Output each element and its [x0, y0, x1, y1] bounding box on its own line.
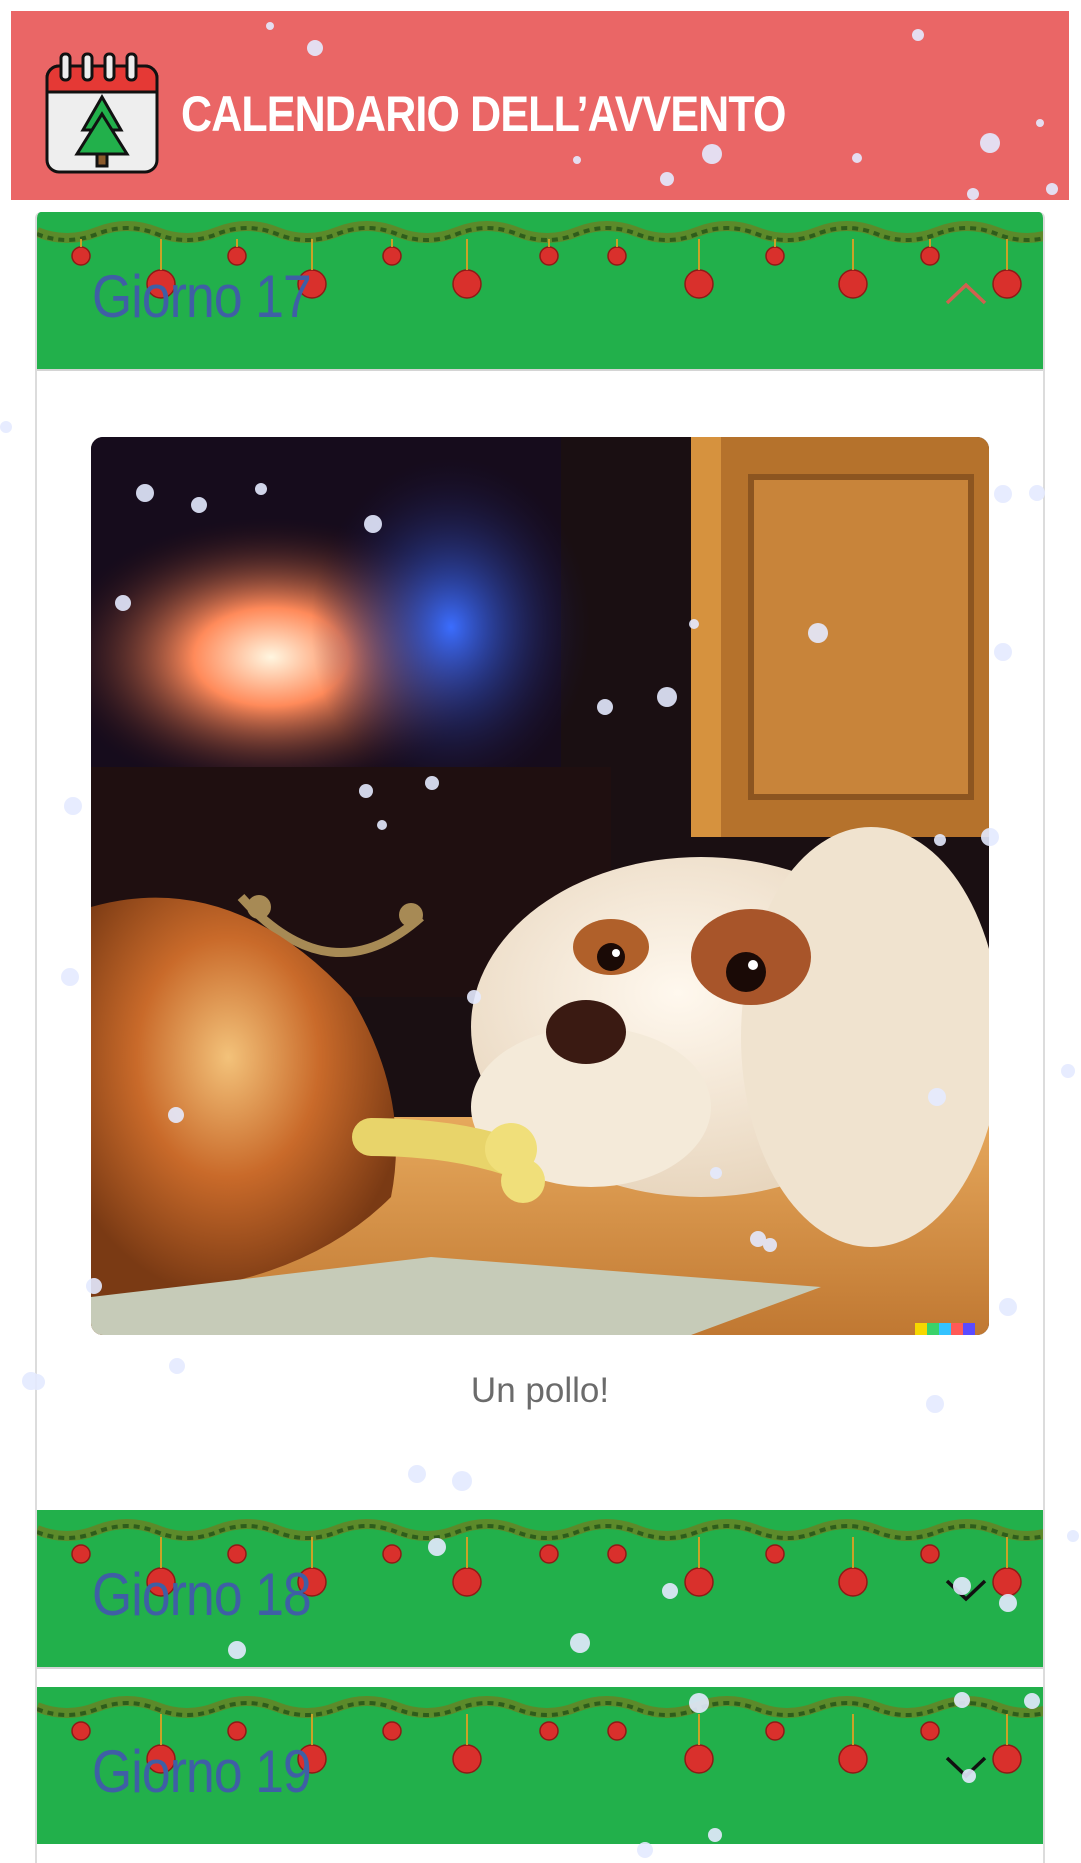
chevron-down-icon[interactable] — [944, 1578, 988, 1604]
chevron-up-icon[interactable] — [944, 280, 988, 306]
app-title: CALENDARIO DELL’AVVENTO — [181, 86, 786, 142]
app-header: CALENDARIO DELL’AVVENTO — [11, 11, 1069, 200]
accordion-header-day-17[interactable]: Giorno 17 — [37, 212, 1043, 369]
dog-chicken-illustration — [91, 437, 989, 1335]
chevron-down-icon[interactable] — [944, 1755, 988, 1781]
accordion-header-day-19[interactable]: Giorno 19 — [37, 1687, 1043, 1844]
accordion-title: Giorno 17 — [92, 263, 312, 330]
day-image — [91, 437, 989, 1335]
accordion-body-day-17: Un pollo! — [37, 369, 1043, 1510]
advent-accordion: Giorno 17 Un pollo! Giorno 18 Giorno 19 — [35, 212, 1045, 1863]
day-caption: Un pollo! — [470, 1371, 610, 1410]
advent-calendar-tree-icon — [45, 52, 159, 174]
accordion-title: Giorno 18 — [92, 1561, 312, 1628]
accordion-header-day-18[interactable]: Giorno 18 — [37, 1510, 1043, 1667]
accordion-divider — [37, 1667, 1043, 1687]
accordion-title: Giorno 19 — [92, 1738, 312, 1805]
